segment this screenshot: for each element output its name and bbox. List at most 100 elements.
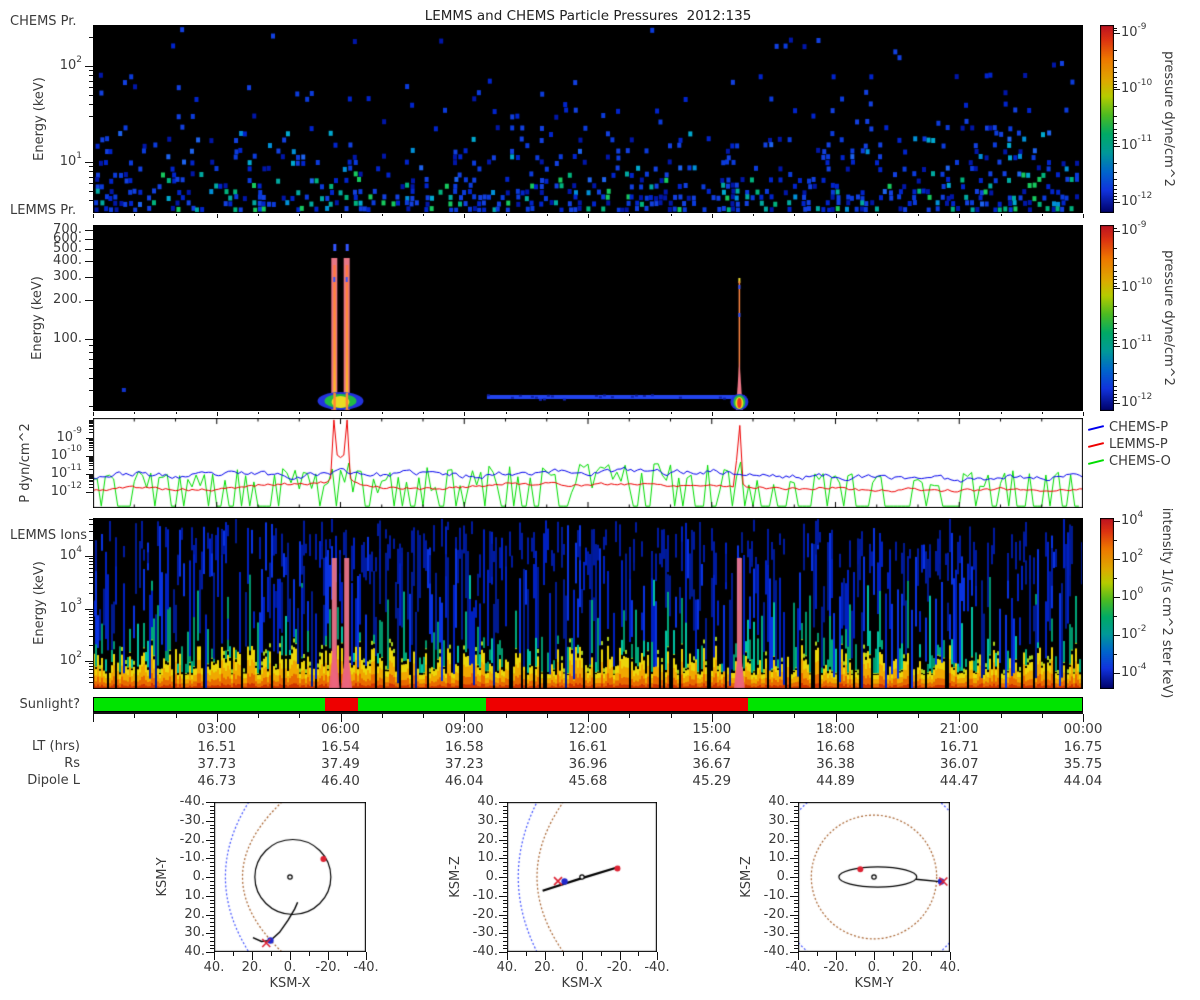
pressure-minor-tick — [89, 463, 93, 465]
orbit-y-tick — [499, 933, 507, 935]
pressure-cb2-tick — [1114, 402, 1120, 404]
chems-y-axis-title: Energy (keV) — [32, 77, 47, 161]
intensity-colorbar-title: intensity 1/(s cm^2 ster keV) — [1159, 507, 1174, 699]
panel-hour-tick — [959, 412, 961, 416]
pressure-cb2-minor-tick — [1114, 228, 1117, 230]
lemms-major-tick — [85, 238, 93, 240]
pressure-minor-tick — [89, 441, 93, 443]
orbit-y-tick — [499, 952, 507, 953]
chems-ytick-label: 102 — [59, 54, 82, 73]
pressure-cb1-tick — [1114, 145, 1120, 147]
orbit-y-tick — [210, 862, 214, 863]
pressure-cb1-minor-tick — [1114, 179, 1117, 181]
time-axis-tick — [299, 714, 301, 718]
pressure-cb1-minor-tick — [1114, 80, 1117, 82]
pressure-minor-tick — [89, 428, 93, 430]
pressure-cb1-tick-label: 10-10 — [1121, 77, 1153, 97]
orbit-x-tick — [563, 952, 565, 956]
ions-major-tick — [85, 556, 93, 557]
pressure-minor-tick — [89, 424, 93, 426]
orbit-ytick-label: -20. — [763, 906, 789, 922]
pressure-cb1-minor-tick — [1114, 83, 1117, 85]
orbit-y-tick — [503, 903, 507, 905]
orbit-y-tick — [210, 880, 214, 882]
pressure-cb2-minor-tick — [1114, 248, 1117, 250]
time-axis-tick — [753, 714, 754, 718]
orbit-plot-xy — [214, 802, 366, 952]
pressure-cb2-tick-label: 10-10 — [1121, 276, 1153, 296]
orbit-y-tick — [206, 895, 214, 897]
ions-minor-tick — [89, 663, 93, 665]
orbit-y-tick — [790, 820, 798, 822]
orbit-y-tick — [790, 952, 798, 953]
orbit-xtick-label: -40. — [353, 960, 379, 975]
orbit-y-tick — [794, 847, 798, 848]
orbit-y-tick — [210, 884, 214, 886]
chems-minor-tick — [89, 183, 93, 185]
pressure-minor-tick — [89, 420, 93, 422]
orbit-x-tick — [912, 952, 913, 960]
orbit-y-tick — [210, 854, 214, 856]
pressure-cb2-minor-tick — [1114, 380, 1117, 382]
chems-minor-tick — [89, 190, 93, 192]
panel-hour-tick — [876, 214, 878, 216]
orbit-ytick-label: -40. — [179, 794, 205, 809]
ions-major-tick — [85, 608, 93, 610]
orbit-y-tick — [210, 824, 214, 826]
orbit-y-tick — [503, 869, 507, 871]
pressure-cb2-minor-tick — [1114, 385, 1117, 387]
ephemeris-value: 16.54 — [321, 739, 360, 755]
orbit-x-tick — [619, 952, 621, 960]
ephemeris-value: 37.73 — [197, 756, 237, 772]
orbit-y-tick — [206, 839, 214, 841]
orbit-y-tick — [210, 903, 214, 905]
orbit-x-tick — [874, 952, 875, 960]
pressure-cb2-tick-label: 10-12 — [1121, 391, 1153, 410]
time-tick-label: 00:00 — [1063, 721, 1103, 737]
sunlight-bar — [93, 697, 1083, 712]
orbit-y-tick — [503, 892, 507, 893]
panel-hour-tick — [340, 412, 342, 416]
lemms-major-tick — [85, 261, 93, 263]
pressure-minor-tick — [89, 465, 93, 467]
ions-minor-tick — [89, 571, 93, 573]
orbit-y-tick — [503, 835, 507, 837]
pressure-line-plot — [93, 418, 1083, 508]
orbit-y-tick — [790, 877, 798, 878]
panel-hour-tick — [340, 214, 342, 218]
pressure-cb1-tick — [1114, 201, 1120, 203]
orbit-ytick-label: 40. — [184, 944, 205, 959]
pressure-cb1-tick — [1114, 33, 1120, 34]
panel-hour-tick — [835, 412, 837, 416]
legend-line-chems-p — [1087, 425, 1105, 431]
intensity-cb-tick-label: 104 — [1121, 509, 1144, 528]
time-axis-tick — [423, 714, 424, 718]
time-axis-tick — [381, 714, 383, 718]
orbit-ytick-label: 20. — [184, 906, 205, 922]
panel-hour-tick — [381, 214, 383, 216]
pressure-minor-tick — [89, 459, 93, 461]
orbit-y-tick — [499, 877, 507, 878]
orbit-y-tick — [503, 843, 507, 845]
sunlight-segment-red — [325, 698, 359, 711]
orbit-y-tick — [790, 914, 798, 916]
panel-hour-tick — [423, 412, 424, 414]
sunlight-label: Sunlight? — [19, 697, 80, 712]
orbit-y-tick — [210, 892, 214, 893]
pressure-minor-tick — [89, 474, 93, 476]
orbit-y-tick — [503, 805, 507, 807]
pressure-cb2-minor-tick — [1114, 336, 1117, 338]
pressure-colorbar-2 — [1100, 225, 1114, 411]
lemms-spectrogram — [93, 225, 1083, 411]
pressure-cb1-minor-tick — [1114, 59, 1117, 61]
pressure-minor-tick — [89, 461, 93, 463]
panel-hour-tick — [258, 214, 259, 216]
orbit-y-tick — [210, 918, 214, 920]
orbit-ytick-label: 0. — [192, 869, 205, 884]
pressure-cb2-minor-tick — [1114, 315, 1117, 317]
ions-minor-tick — [89, 524, 93, 526]
ions-minor-tick — [89, 635, 93, 637]
orbit-y-tick — [210, 817, 214, 818]
orbit-y-tick — [794, 862, 798, 863]
orbit-y-tick — [794, 809, 798, 811]
